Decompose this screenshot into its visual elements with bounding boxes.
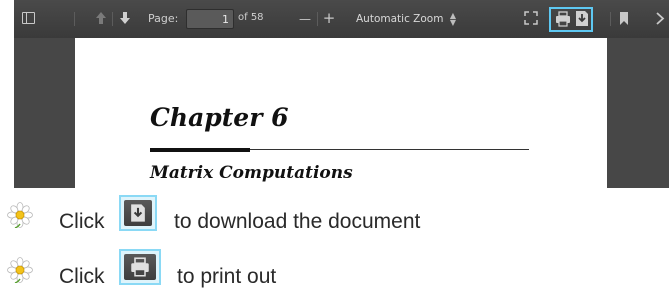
pdf-toolbar: Page: 1 of 58 — + Automatic Zoom ▲ ▼ (14, 0, 669, 39)
highlight-frame (549, 7, 593, 32)
next-page-button[interactable] (118, 10, 132, 26)
presentation-mode-button[interactable] (524, 11, 538, 25)
flower-icon (7, 257, 33, 283)
tools-toggle-button[interactable] (654, 11, 666, 26)
chapter-rule (150, 148, 250, 152)
toolbar-separator (112, 12, 113, 26)
zoom-select[interactable]: Automatic Zoom ▲ ▼ (350, 9, 462, 29)
arrow-down-icon (120, 12, 130, 24)
instruction-print: Click to print out (0, 243, 669, 297)
print-button-illustration (119, 249, 161, 285)
bookmark-icon (620, 12, 628, 25)
toolbar-separator (610, 12, 611, 26)
sidebar-toggle-icon[interactable] (22, 12, 35, 24)
zoom-value: Automatic Zoom (356, 13, 444, 25)
instruction-text: to print out (177, 265, 277, 288)
print-icon (131, 257, 149, 277)
page-count: of 58 (238, 12, 264, 23)
chapter-rule-thin (250, 149, 529, 150)
arrow-up-icon (96, 12, 106, 24)
instruction-click-word: Click (59, 265, 105, 288)
bookmark-button[interactable] (619, 11, 629, 26)
toolbar-separator (74, 12, 75, 26)
pdf-viewer-screenshot: Page: 1 of 58 — + Automatic Zoom ▲ ▼ Cha… (14, 0, 669, 188)
select-caret-icon: ▲ ▼ (449, 11, 456, 27)
section-title: Matrix Computations (150, 163, 353, 183)
chapter-title: Chapter 6 (150, 103, 289, 132)
download-icon (131, 204, 145, 222)
page-number-input[interactable]: 1 (186, 9, 234, 29)
toolbar-separator (317, 12, 318, 26)
download-button-illustration (119, 195, 157, 231)
page-label: Page: (148, 12, 179, 25)
zoom-in-button[interactable]: + (322, 8, 336, 28)
previous-page-button[interactable] (94, 10, 108, 26)
zoom-out-button[interactable]: — (298, 9, 312, 29)
flower-icon (7, 202, 33, 228)
instruction-click-word: Click (59, 210, 105, 233)
fullscreen-icon (524, 11, 538, 25)
instruction-download: Click to download the document (0, 190, 669, 244)
chevron-right-icon (656, 12, 665, 25)
instruction-text: to download the document (174, 210, 421, 233)
